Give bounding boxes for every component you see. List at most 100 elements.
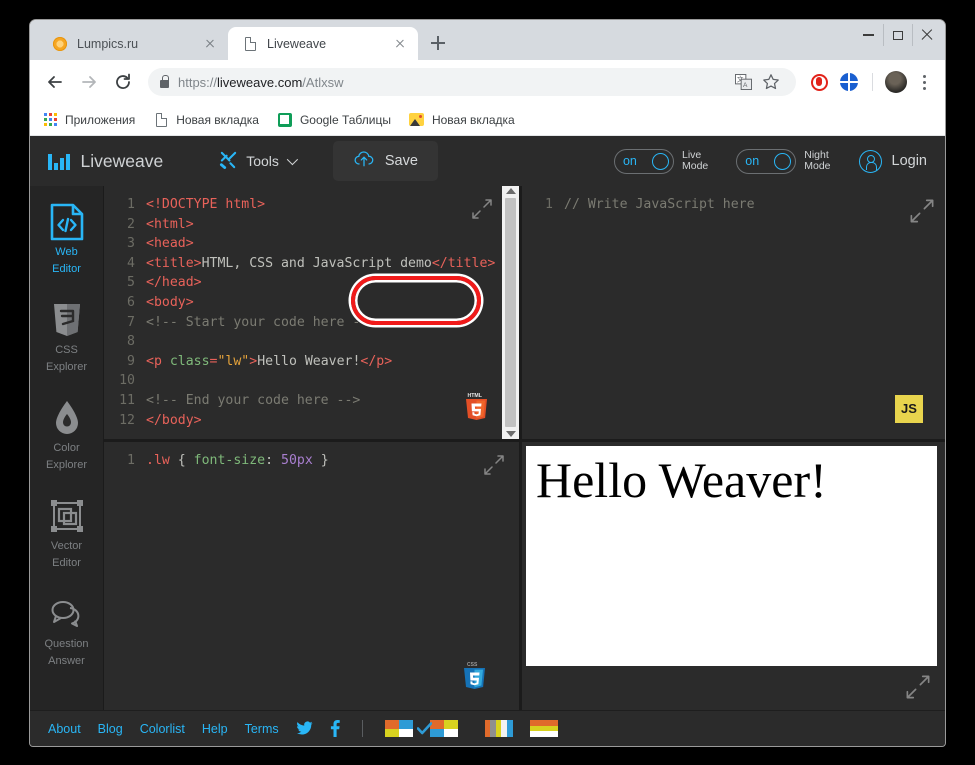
code-line: 3 <head>	[104, 234, 519, 254]
minimize-button[interactable]	[854, 24, 883, 46]
bookmark-star-icon[interactable]	[758, 69, 784, 95]
login-button[interactable]: Login	[858, 149, 927, 173]
line-number: 5	[127, 275, 135, 291]
palette-swatch-1[interactable]	[384, 720, 413, 737]
code-text: </head>	[146, 275, 202, 291]
footer-link-about[interactable]: About	[48, 722, 81, 736]
code-text: // Write JavaScript here	[564, 197, 755, 212]
line-number: 3	[127, 236, 135, 252]
html-editor-scrollbar[interactable]	[502, 186, 519, 439]
browser-tab-lumpics[interactable]: Lumpics.ru	[38, 27, 228, 60]
night-mode-toggle[interactable]: on Night Mode	[736, 148, 831, 174]
tab-title: Lumpics.ru	[77, 36, 139, 51]
line-number: 12	[119, 412, 135, 428]
expand-arrows-icon[interactable]	[471, 198, 493, 220]
tab-close-icon[interactable]	[392, 36, 408, 52]
back-arrow-icon[interactable]	[40, 67, 70, 97]
line-number: 9	[127, 353, 135, 369]
code-line: 5 </head>	[104, 273, 519, 293]
css3-badge: CSS	[462, 660, 487, 696]
footer-link-terms[interactable]: Terms	[245, 722, 279, 736]
sidebar-item-question-answer[interactable]: Question Answer	[30, 588, 104, 674]
browser-tab-liveweave[interactable]: Liveweave	[228, 27, 418, 60]
footer-link-colorlist[interactable]: Colorlist	[140, 722, 185, 736]
line-number: 4	[127, 255, 135, 271]
html-editor-pane[interactable]: 1 <!DOCTYPE html> 2 <html> 3 <head> 4 <title>HT…	[104, 186, 519, 442]
tools-icon	[219, 150, 238, 172]
line-number: 6	[127, 294, 135, 310]
tools-menu[interactable]: Tools	[219, 150, 298, 172]
toggle-knob[interactable]	[774, 152, 792, 170]
line-number: 1	[127, 197, 135, 212]
code-text: .lw { font-size: 50px }	[146, 453, 329, 468]
footer-link-help[interactable]: Help	[202, 722, 228, 736]
code-text: <!-- End your code here -->	[146, 392, 361, 408]
facebook-icon[interactable]	[330, 720, 340, 737]
palette-swatch-4[interactable]	[529, 720, 558, 737]
avatar[interactable]	[883, 69, 909, 95]
sidebar-label-line2: Explorer	[46, 459, 87, 471]
google-sheets-icon	[277, 112, 293, 128]
toggle-label: Live Mode	[681, 148, 709, 172]
tab-close-icon[interactable]	[202, 36, 218, 52]
bars-logo-icon	[48, 152, 70, 170]
translate-icon[interactable]: 文A	[730, 69, 756, 95]
scrollbar-thumb[interactable]	[505, 198, 516, 427]
code-line: 1 .lw { font-size: 50px }	[104, 451, 519, 471]
code-line: 8	[104, 332, 519, 352]
sidebar-item-css-explorer[interactable]: CSS Explorer	[30, 294, 104, 380]
kebab-menu-icon[interactable]	[913, 74, 935, 90]
save-button[interactable]: Save	[332, 141, 438, 181]
preview-frame[interactable]: Hello Weaver!	[526, 446, 937, 666]
code-text: <html>	[146, 216, 194, 232]
address-bar[interactable]: https://liveweave.com/Atlxsw 文A	[148, 68, 796, 96]
palette-swatch-3[interactable]	[484, 720, 513, 737]
expand-arrows-icon[interactable]	[905, 674, 931, 700]
close-button[interactable]	[912, 24, 941, 46]
footer-link-blog[interactable]: Blog	[98, 722, 123, 736]
js-editor-pane[interactable]: 1 // Write JavaScript here JS	[522, 186, 945, 442]
divider	[872, 73, 873, 91]
sidebar-item-vector-editor[interactable]: Vector Editor	[30, 490, 104, 576]
reload-icon[interactable]	[108, 67, 138, 97]
html-code-area[interactable]: 1 <!DOCTYPE html> 2 <html> 3 <head> 4 <title>HT…	[104, 186, 519, 439]
maximize-button[interactable]	[883, 24, 912, 46]
apps-grid-icon	[42, 112, 58, 128]
toggle-knob[interactable]	[651, 152, 669, 170]
app-body: Web Editor CSS Explorer Color Explorer V…	[30, 186, 945, 710]
code-text: <!DOCTYPE html>	[146, 197, 266, 212]
code-line: 1 // Write JavaScript here	[522, 195, 945, 215]
opera-shield-icon[interactable]	[806, 69, 832, 95]
bookmark-new-tab-2[interactable]: Новая вкладка	[409, 112, 515, 128]
droplet-icon	[54, 398, 80, 438]
twitter-icon[interactable]	[296, 721, 313, 736]
code-text: <head>	[146, 236, 194, 252]
sidebar-item-color-explorer[interactable]: Color Explorer	[30, 392, 104, 478]
bookmark-google-sheets[interactable]: Google Таблицы	[277, 112, 391, 128]
expand-arrows-icon[interactable]	[483, 454, 505, 476]
bookmark-new-tab-1[interactable]: Новая вкладка	[153, 112, 259, 128]
scroll-down-icon[interactable]	[505, 431, 516, 437]
bookmark-label: Google Таблицы	[299, 112, 391, 127]
bookmark-apps[interactable]: Приложения	[42, 112, 135, 128]
css-code-area[interactable]: 1 .lw { font-size: 50px }	[104, 442, 519, 710]
forward-arrow-icon[interactable]	[74, 67, 104, 97]
code-line: 2 <html>	[104, 215, 519, 235]
scroll-up-icon[interactable]	[505, 188, 516, 194]
liveweave-logo[interactable]: Liveweave	[48, 151, 163, 172]
editor-panes: 1 <!DOCTYPE html> 2 <html> 3 <head> 4 <title>HT…	[104, 186, 945, 710]
css-editor-pane[interactable]: 1 .lw { font-size: 50px } CSS	[104, 442, 519, 710]
live-mode-toggle[interactable]: on Live Mode	[613, 148, 709, 174]
js-badge: JS	[895, 395, 923, 423]
cloud-upload-icon	[353, 150, 375, 172]
sidebar-item-web-editor[interactable]: Web Editor	[30, 196, 104, 282]
vector-shapes-icon	[50, 496, 84, 536]
palette-swatch-2[interactable]	[416, 720, 458, 737]
document-icon	[153, 112, 169, 128]
new-tab-button[interactable]	[424, 29, 452, 57]
sidebar-label-line1: Question	[44, 638, 89, 650]
blue-globe-icon[interactable]	[836, 69, 862, 95]
sidebar-label-line1: Web	[55, 246, 78, 258]
expand-arrows-icon[interactable]	[909, 198, 934, 223]
js-code-area[interactable]: 1 // Write JavaScript here	[522, 186, 945, 439]
